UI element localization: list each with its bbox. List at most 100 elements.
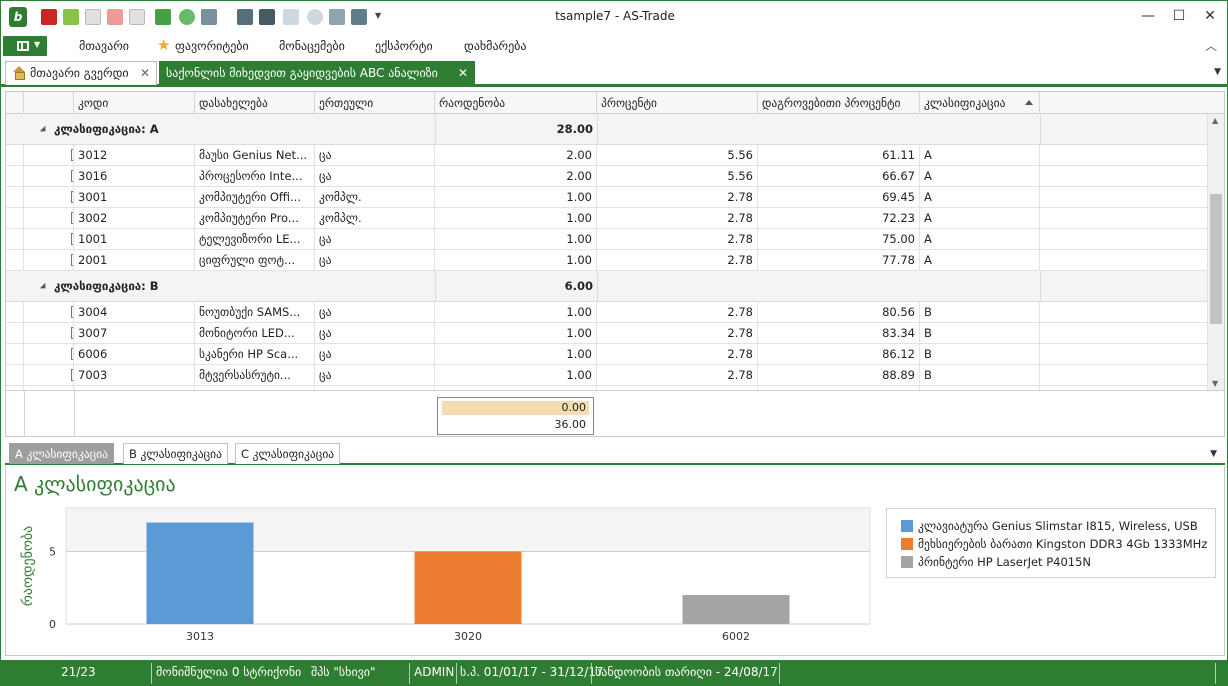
cell-name[interactable]: კომპიუტერი Pro...: [195, 208, 315, 229]
menu-item-export[interactable]: ექსპორტი: [375, 39, 433, 53]
tab-home[interactable]: მთავარი გვერდი ✕: [5, 61, 157, 85]
select-header[interactable]: [24, 92, 74, 114]
cell-cum[interactable]: 72.23: [758, 208, 920, 229]
cell-cls[interactable]: A: [920, 250, 1040, 271]
table-row[interactable]: 2001 ციფრული ფოტ... ცა 1.00 2.78 77.78 A: [6, 250, 1208, 271]
vertical-scrollbar[interactable]: ▲ ▼: [1207, 114, 1224, 390]
cell-code[interactable]: 3001: [74, 187, 195, 208]
tab-class-c[interactable]: C კლასიფიკაცია: [235, 443, 341, 464]
cell-pct[interactable]: 5.56: [597, 166, 758, 187]
cell-unit[interactable]: ცა: [315, 166, 435, 187]
cell-cum[interactable]: 88.89: [758, 365, 920, 386]
cell-cum[interactable]: 66.67: [758, 166, 920, 187]
cell-cum[interactable]: 77.78: [758, 250, 920, 271]
cell-unit[interactable]: ცა: [315, 323, 435, 344]
expand-arrow-icon[interactable]: [39, 125, 49, 135]
cell-pct[interactable]: 2.78: [597, 229, 758, 250]
column-header-name[interactable]: დასახელება: [195, 92, 315, 114]
cell-cls[interactable]: A: [920, 145, 1040, 166]
cell-qty[interactable]: 1.00: [435, 187, 597, 208]
cell-name[interactable]: ციფრული ფოტ...: [195, 250, 315, 271]
cell-cum[interactable]: 80.56: [758, 302, 920, 323]
column-header-cumulative-percent[interactable]: დაგროვებითი პროცენტი: [758, 92, 920, 114]
close-icon[interactable]: ✕: [458, 62, 468, 84]
menu-item-data[interactable]: მონაცემები: [279, 39, 345, 53]
tabs-dropdown-icon[interactable]: ▼: [1214, 67, 1221, 77]
cell-name[interactable]: მტვერსასრუტი...: [195, 365, 315, 386]
close-icon[interactable]: ✕: [140, 62, 150, 84]
scroll-down-icon[interactable]: ▼: [1212, 379, 1218, 388]
cell-name[interactable]: მონიტორი LED...: [195, 323, 315, 344]
cell-cls[interactable]: B: [920, 323, 1040, 344]
table-row[interactable]: 6006 სკანერი HP Sca... ცა 1.00 2.78 86.12 B: [6, 344, 1208, 365]
table-row[interactable]: 7003 მტვერსასრუტი... ცა 1.00 2.78 88.89 B: [6, 365, 1208, 386]
cell-pct[interactable]: 2.78: [597, 187, 758, 208]
group-row[interactable]: კლასიფიკაცია: B 6.00: [6, 271, 1208, 302]
column-header-percent[interactable]: პროცენტი: [597, 92, 758, 114]
cell-unit[interactable]: ცა: [315, 302, 435, 323]
cell-pct[interactable]: 2.78: [597, 344, 758, 365]
cell-cum[interactable]: 86.12: [758, 344, 920, 365]
table-row[interactable]: 3012 მაუსი Genius Net... ცა 2.00 5.56 61.11 A: [6, 145, 1208, 166]
column-header-classification[interactable]: კლასიფიკაცია: [920, 92, 1040, 114]
bottom-tabs-dropdown-icon[interactable]: ▼: [1210, 449, 1217, 459]
cell-pct[interactable]: 2.78: [597, 302, 758, 323]
column-header-unit[interactable]: ერთეული: [315, 92, 435, 114]
app-menu-button[interactable]: ▼: [3, 36, 47, 56]
cell-name[interactable]: ტელევიზორი LE...: [195, 229, 315, 250]
cell-unit[interactable]: კომპლ.: [315, 208, 435, 229]
cell-name[interactable]: პროცესორი Inte...: [195, 166, 315, 187]
cell-unit[interactable]: ცა: [315, 250, 435, 271]
cell-qty[interactable]: 1.00: [435, 229, 597, 250]
expand-arrow-icon[interactable]: [39, 282, 49, 292]
cell-code[interactable]: 3016: [74, 166, 195, 187]
cell-cls[interactable]: A: [920, 208, 1040, 229]
minimize-button[interactable]: —: [1133, 5, 1163, 27]
group-row[interactable]: კლასიფიკაცია: A 28.00: [6, 114, 1208, 145]
cell-code[interactable]: 2001: [74, 250, 195, 271]
table-row[interactable]: 3001 კომპიუტერი Offi... კომპლ. 1.00 2.78 69.4…: [6, 187, 1208, 208]
table-row[interactable]: 1001 ტელევიზორი LE... ცა 1.00 2.78 75.00 A: [6, 229, 1208, 250]
cell-cum[interactable]: 75.00: [758, 229, 920, 250]
scrollbar-thumb[interactable]: [1210, 194, 1222, 324]
cell-cls[interactable]: B: [920, 344, 1040, 365]
cell-cls[interactable]: A: [920, 187, 1040, 208]
table-row[interactable]: 3007 მონიტორი LED... ცა 1.00 2.78 83.34 B: [6, 323, 1208, 344]
cell-unit[interactable]: კომპლ.: [315, 187, 435, 208]
cell-qty[interactable]: 2.00: [435, 166, 597, 187]
table-row[interactable]: 3002 კომპიუტერი Pro... კომპლ. 1.00 2.78 72.23…: [6, 208, 1208, 229]
cell-qty[interactable]: 1.00: [435, 323, 597, 344]
tab-abc-analysis[interactable]: საქონლის მიხედვით გაყიდვების ABC ანალიზი…: [159, 61, 475, 86]
cell-name[interactable]: მაუსი Genius Net...: [195, 145, 315, 166]
column-header-quantity[interactable]: რაოდენობა: [435, 92, 597, 114]
cell-unit[interactable]: ცა: [315, 229, 435, 250]
collapse-ribbon-icon[interactable]: ︿: [1205, 37, 1217, 54]
menu-item-main[interactable]: მთავარი: [79, 39, 129, 53]
menu-item-help[interactable]: დახმარება: [464, 39, 527, 53]
cell-name[interactable]: კომპიუტერი Offi...: [195, 187, 315, 208]
scroll-up-icon[interactable]: ▲: [1212, 116, 1218, 125]
tab-class-a[interactable]: A კლასიფიკაცია: [9, 443, 114, 464]
menu-item-favorites[interactable]: ფავორიტები: [175, 39, 249, 53]
cell-code[interactable]: 3004: [74, 302, 195, 323]
cell-qty[interactable]: 1.00: [435, 302, 597, 323]
cell-pct[interactable]: 5.56: [597, 145, 758, 166]
cell-qty[interactable]: 1.00: [435, 365, 597, 386]
cell-code[interactable]: 7003: [74, 365, 195, 386]
cell-cls[interactable]: A: [920, 229, 1040, 250]
column-header-code[interactable]: კოდი: [74, 92, 195, 114]
close-window-button[interactable]: ✕: [1195, 5, 1225, 27]
cell-unit[interactable]: ცა: [315, 365, 435, 386]
cell-cum[interactable]: 61.11: [758, 145, 920, 166]
cell-pct[interactable]: 2.78: [597, 365, 758, 386]
cell-cls[interactable]: A: [920, 166, 1040, 187]
cell-qty[interactable]: 1.00: [435, 250, 597, 271]
cell-code[interactable]: 1001: [74, 229, 195, 250]
cell-code[interactable]: 3007: [74, 323, 195, 344]
cell-code[interactable]: 6006: [74, 344, 195, 365]
cell-code[interactable]: 3012: [74, 145, 195, 166]
period-status[interactable]: ს.პ. 01/01/17 - 31/12/17: [460, 665, 604, 679]
table-row[interactable]: 3004 ნოუთბუქი SAMS... ცა 1.00 2.78 80.56 B: [6, 302, 1208, 323]
reliability-date-status[interactable]: სანდოობის თარიღი - 24/08/17: [595, 665, 778, 679]
maximize-button[interactable]: ☐: [1164, 5, 1194, 27]
